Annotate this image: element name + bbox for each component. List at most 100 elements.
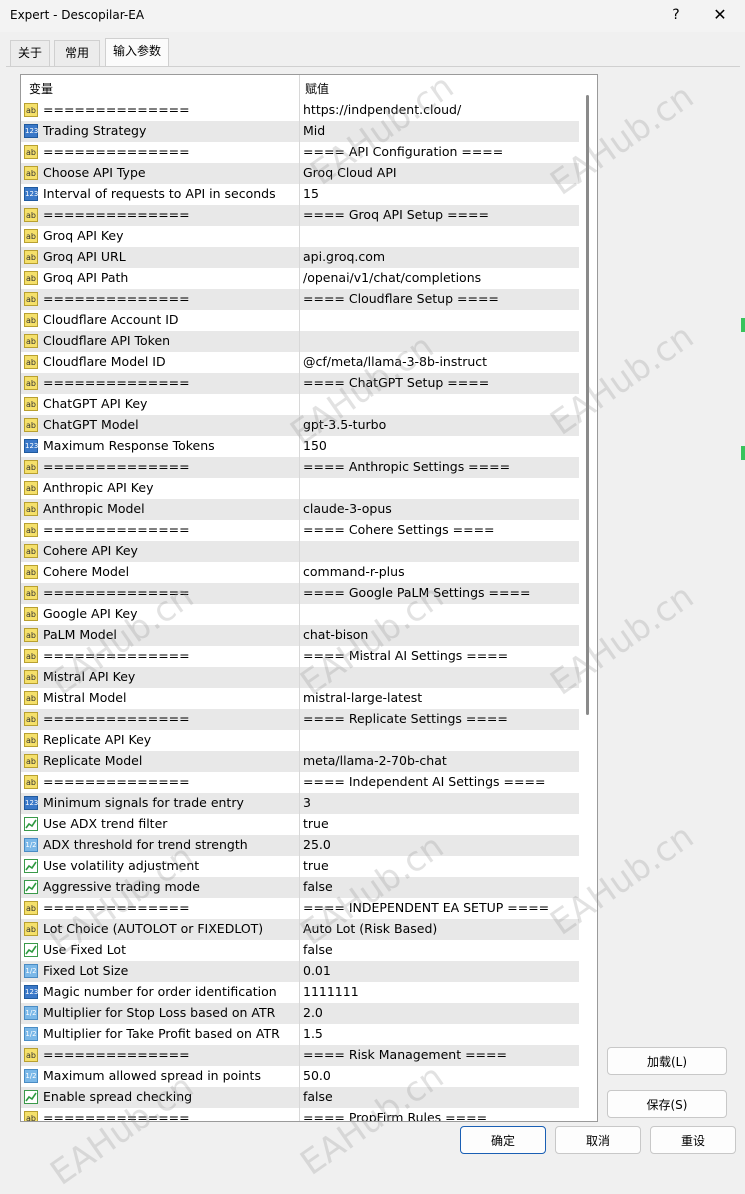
table-row[interactable]: ab ============== ==== ChatGPT Setup ====: [21, 373, 579, 394]
param-value[interactable]: true: [303, 816, 329, 831]
table-row[interactable]: ab Google API Key: [21, 604, 579, 625]
table-row[interactable]: ab Anthropic API Key: [21, 478, 579, 499]
table-row[interactable]: ab Groq API Key: [21, 226, 579, 247]
table-row[interactable]: 123 Trading Strategy Mid: [21, 121, 579, 142]
load-button[interactable]: 加载(L): [607, 1047, 727, 1075]
table-row[interactable]: 123 Minimum signals for trade entry 3: [21, 793, 579, 814]
param-value[interactable]: ==== Independent AI Settings ====: [303, 774, 545, 789]
table-row[interactable]: 123 Maximum Response Tokens 150: [21, 436, 579, 457]
header-variable[interactable]: 变量: [29, 80, 53, 97]
table-row[interactable]: 1/2 ADX threshold for trend strength 25.0: [21, 835, 579, 856]
table-row[interactable]: ab ============== ==== Cohere Settings ===…: [21, 520, 579, 541]
table-row[interactable]: ab ============== ==== Replicate Settings …: [21, 709, 579, 730]
table-row[interactable]: ab ============== ==== Mistral AI Settings…: [21, 646, 579, 667]
param-value[interactable]: Mid: [303, 123, 325, 138]
param-value[interactable]: 15: [303, 186, 319, 201]
table-row[interactable]: ab Cloudflare API Token: [21, 331, 579, 352]
save-button[interactable]: 保存(S): [607, 1090, 727, 1118]
table-row[interactable]: 123 Magic number for order identification…: [21, 982, 579, 1003]
param-value[interactable]: ==== PropFirm Rules ====: [303, 1110, 487, 1121]
table-row[interactable]: ab ============== ==== Anthropic Settings …: [21, 457, 579, 478]
param-value[interactable]: Groq Cloud API: [303, 165, 397, 180]
table-row[interactable]: Enable spread checking false: [21, 1087, 579, 1108]
param-value[interactable]: gpt-3.5-turbo: [303, 417, 386, 432]
table-row[interactable]: ab ChatGPT Model gpt-3.5-turbo: [21, 415, 579, 436]
param-value[interactable]: ==== Cloudflare Setup ====: [303, 291, 499, 306]
table-row[interactable]: ab ============== ==== Google PaLM Setting…: [21, 583, 579, 604]
table-row[interactable]: Aggressive trading mode false: [21, 877, 579, 898]
table-row[interactable]: 123 Interval of requests to API in second…: [21, 184, 579, 205]
param-value[interactable]: ==== ChatGPT Setup ====: [303, 375, 489, 390]
table-row[interactable]: ab ============== ==== Groq API Setup ====: [21, 205, 579, 226]
param-value[interactable]: 2.0: [303, 1005, 323, 1020]
param-value[interactable]: false: [303, 942, 333, 957]
param-value[interactable]: 0.01: [303, 963, 331, 978]
table-row[interactable]: Use ADX trend filter true: [21, 814, 579, 835]
param-value[interactable]: claude-3-opus: [303, 501, 392, 516]
cancel-button[interactable]: 取消: [555, 1126, 641, 1154]
table-row[interactable]: ab Cohere Model command-r-plus: [21, 562, 579, 583]
param-value[interactable]: ==== Cohere Settings ====: [303, 522, 495, 537]
table-row[interactable]: ab Anthropic Model claude-3-opus: [21, 499, 579, 520]
table-row[interactable]: ab ============== https://indpendent.cloud…: [21, 100, 579, 121]
param-value[interactable]: meta/llama-2-70b-chat: [303, 753, 447, 768]
param-value[interactable]: /openai/v1/chat/completions: [303, 270, 481, 285]
header-value[interactable]: 赋值: [305, 80, 329, 97]
param-value[interactable]: 1111111: [303, 984, 359, 999]
table-row[interactable]: ab ============== ==== PropFirm Rules ====: [21, 1108, 579, 1121]
table-row[interactable]: ab Mistral API Key: [21, 667, 579, 688]
param-value[interactable]: false: [303, 1089, 333, 1104]
param-value[interactable]: 50.0: [303, 1068, 331, 1083]
table-row[interactable]: ab PaLM Model chat-bison: [21, 625, 579, 646]
table-row[interactable]: Use Fixed Lot false: [21, 940, 579, 961]
table-row[interactable]: ab ============== ==== Cloudflare Setup ==…: [21, 289, 579, 310]
vertical-scrollbar[interactable]: [579, 75, 597, 1121]
table-row[interactable]: 1/2 Fixed Lot Size 0.01: [21, 961, 579, 982]
param-value[interactable]: 1.5: [303, 1026, 323, 1041]
ok-button[interactable]: 确定: [460, 1126, 546, 1154]
table-row[interactable]: ab Lot Choice (AUTOLOT or FIXEDLOT) Auto L…: [21, 919, 579, 940]
table-row[interactable]: ab Cohere API Key: [21, 541, 579, 562]
param-value[interactable]: ==== Risk Management ====: [303, 1047, 507, 1062]
table-row[interactable]: ab Groq API URL api.groq.com: [21, 247, 579, 268]
table-row[interactable]: ab ============== ==== Risk Management ===…: [21, 1045, 579, 1066]
table-row[interactable]: ab Cloudflare Account ID: [21, 310, 579, 331]
param-value[interactable]: api.groq.com: [303, 249, 385, 264]
param-value[interactable]: https://indpendent.cloud/: [303, 102, 461, 117]
param-value[interactable]: ==== INDEPENDENT EA SETUP ====: [303, 900, 549, 915]
scrollbar-thumb[interactable]: [586, 95, 589, 715]
param-value[interactable]: ==== Anthropic Settings ====: [303, 459, 510, 474]
param-value[interactable]: chat-bison: [303, 627, 368, 642]
table-row[interactable]: 1/2 Multiplier for Stop Loss based on ATR…: [21, 1003, 579, 1024]
table-row[interactable]: ab Replicate Model meta/llama-2-70b-chat: [21, 751, 579, 772]
help-button[interactable]: ?: [666, 5, 686, 25]
table-row[interactable]: ab Replicate API Key: [21, 730, 579, 751]
param-value[interactable]: ==== Groq API Setup ====: [303, 207, 489, 222]
table-row[interactable]: ab ============== ==== INDEPENDENT EA SETU…: [21, 898, 579, 919]
param-value[interactable]: @cf/meta/llama-3-8b-instruct: [303, 354, 487, 369]
table-row[interactable]: ab Cloudflare Model ID @cf/meta/llama-3-8b…: [21, 352, 579, 373]
table-row[interactable]: ab Choose API Type Groq Cloud API: [21, 163, 579, 184]
table-row[interactable]: 1/2 Maximum allowed spread in points 50.0: [21, 1066, 579, 1087]
table-row[interactable]: Use volatility adjustment true: [21, 856, 579, 877]
param-value[interactable]: 25.0: [303, 837, 331, 852]
param-value[interactable]: ==== Replicate Settings ====: [303, 711, 508, 726]
param-value[interactable]: command-r-plus: [303, 564, 405, 579]
table-row[interactable]: ab Groq API Path/openai/v1/chat/completio…: [21, 268, 579, 289]
table-row[interactable]: ab ChatGPT API Key: [21, 394, 579, 415]
param-value[interactable]: false: [303, 879, 333, 894]
tab-inputs[interactable]: 输入参数: [105, 38, 169, 67]
table-row[interactable]: ab ============== ==== Independent AI Sett…: [21, 772, 579, 793]
param-value[interactable]: mistral-large-latest: [303, 690, 422, 705]
reset-button[interactable]: 重设: [650, 1126, 736, 1154]
param-value[interactable]: ==== Mistral AI Settings ====: [303, 648, 508, 663]
param-value[interactable]: 3: [303, 795, 311, 810]
table-row[interactable]: 1/2 Multiplier for Take Profit based on A…: [21, 1024, 579, 1045]
table-row[interactable]: ab Mistral Model mistral-large-latest: [21, 688, 579, 709]
tab-common[interactable]: 常用: [54, 40, 100, 66]
param-value[interactable]: ==== API Configuration ====: [303, 144, 503, 159]
param-value[interactable]: true: [303, 858, 329, 873]
close-button[interactable]: ✕: [708, 4, 732, 26]
table-row[interactable]: ab ============== ==== API Configuration =…: [21, 142, 579, 163]
param-value[interactable]: 150: [303, 438, 327, 453]
